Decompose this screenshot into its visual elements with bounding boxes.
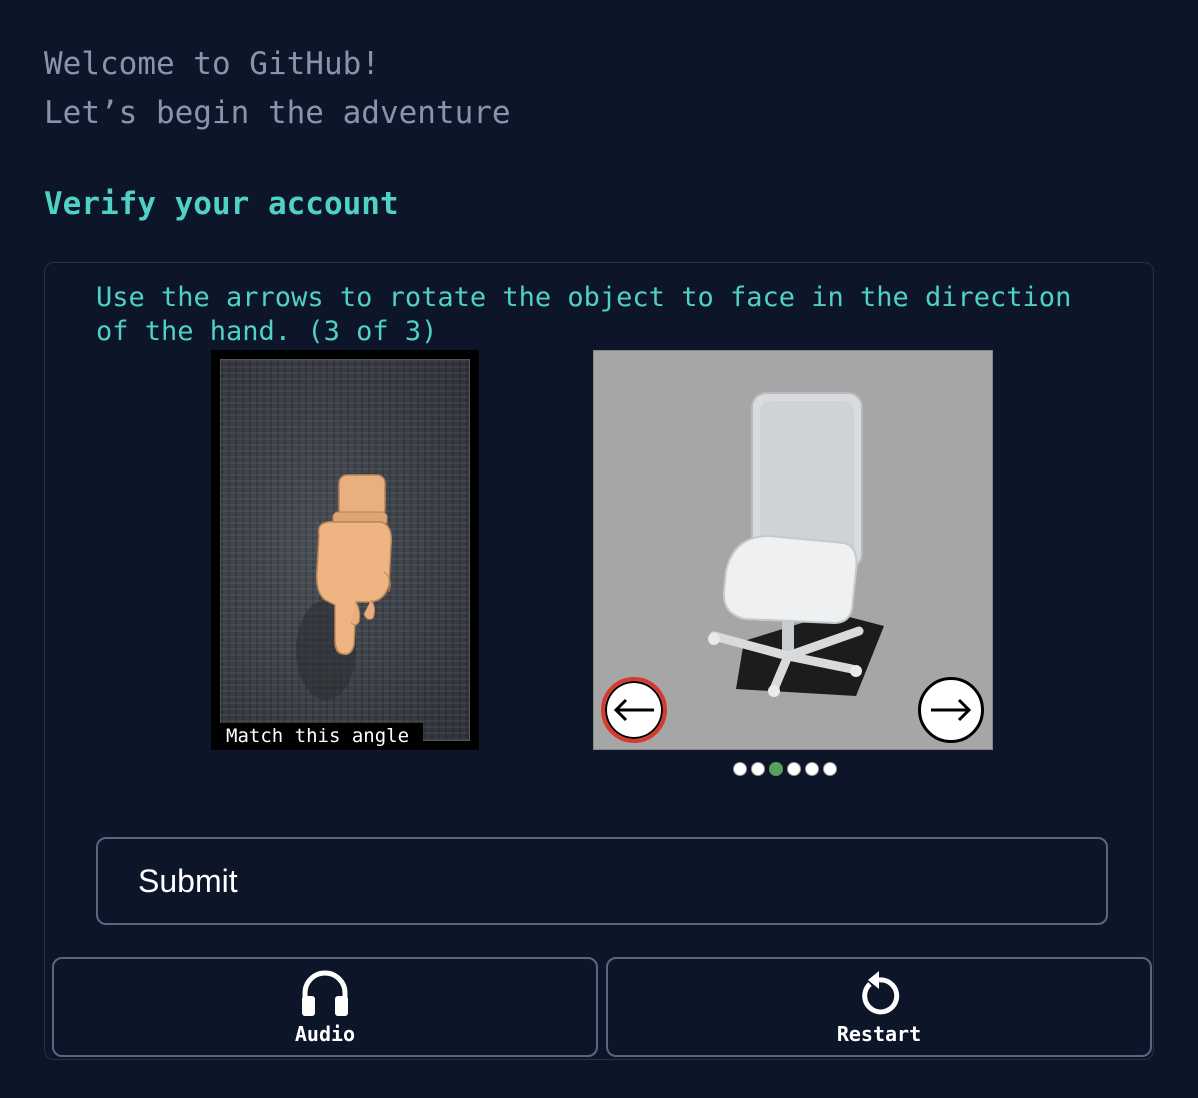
progress-dot: [805, 762, 819, 776]
progress-dots: [733, 762, 837, 776]
restart-icon: [862, 971, 900, 1015]
challenge-instruction: Use the arrows to rotate the object to f…: [96, 282, 1072, 347]
pointing-hand-icon: [296, 474, 393, 700]
audio-button[interactable]: Audio: [52, 957, 598, 1057]
reference-caption: Match this angle: [211, 723, 424, 750]
restart-button[interactable]: Restart: [606, 957, 1152, 1057]
submit-button[interactable]: Submit: [96, 837, 1108, 925]
arrow-left-icon: [613, 698, 654, 722]
progress-dot: [733, 762, 747, 776]
headphones-icon: [302, 970, 348, 1016]
arrow-right-icon: [931, 698, 972, 722]
restart-label: Restart: [836, 1022, 922, 1046]
rotate-right-button[interactable]: [918, 677, 984, 743]
object-image-frame: [593, 350, 993, 750]
reference-image-frame: Match this angle: [211, 350, 479, 750]
progress-dot-active: [769, 762, 783, 776]
audio-label: Audio: [294, 1022, 356, 1046]
progress-dot: [823, 762, 837, 776]
progress-dot: [751, 762, 765, 776]
progress-dot: [787, 762, 801, 776]
rotate-left-button[interactable]: [601, 677, 667, 743]
welcome-subtitle: Let’s begin the adventure: [44, 95, 511, 131]
verify-title: Verify your account: [44, 186, 399, 222]
welcome-header: Welcome to GitHub! Let’s begin the adven…: [44, 40, 511, 138]
reference-image: [220, 359, 470, 741]
welcome-title: Welcome to GitHub!: [44, 46, 380, 82]
